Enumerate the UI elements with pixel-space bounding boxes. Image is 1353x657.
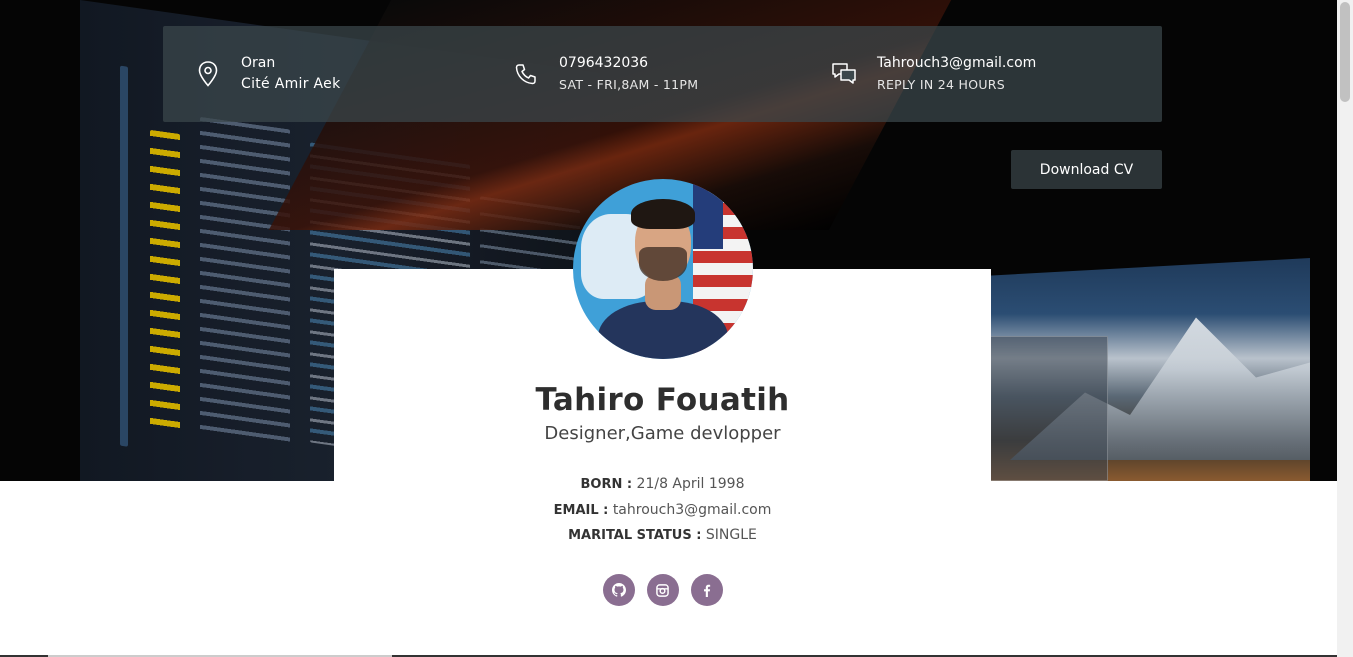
social-links bbox=[0, 574, 1325, 606]
phone-icon bbox=[513, 61, 539, 87]
location-pin-icon bbox=[195, 61, 221, 87]
business-hours: SAT - FRI,8AM - 11PM bbox=[559, 77, 699, 92]
background-mini-window bbox=[988, 336, 1108, 481]
github-icon[interactable] bbox=[602, 574, 635, 606]
reply-time: REPLY IN 24 HOURS bbox=[877, 77, 1006, 92]
chat-bubbles-icon bbox=[831, 61, 857, 87]
email-row: EMAIL : tahrouch3@gmail.com bbox=[334, 502, 991, 518]
contact-phone: 0796432036 SAT - FRI,8AM - 11PM bbox=[513, 26, 698, 122]
scrollbar-thumb[interactable] bbox=[1340, 2, 1350, 102]
facebook-icon[interactable] bbox=[690, 574, 723, 606]
contact-address: Oran Cité Amir Aek bbox=[195, 26, 340, 122]
marital-label: MARITAL STATUS : bbox=[568, 528, 702, 543]
email-label: EMAIL : bbox=[553, 503, 609, 518]
contact-email: Tahrouch3@gmail.com REPLY IN 24 HOURS bbox=[831, 26, 1036, 122]
born-label: BORN : bbox=[580, 477, 633, 492]
marital-row: MARITAL STATUS : SINGLE bbox=[334, 527, 991, 543]
address-city: Oran bbox=[241, 55, 276, 71]
phone-number[interactable]: 0796432036 bbox=[559, 53, 698, 74]
contact-info-bar: Oran Cité Amir Aek 0796432036 SAT - FRI,… bbox=[163, 26, 1162, 122]
page-scrollbar[interactable] bbox=[1337, 0, 1353, 657]
profile-name: Tahiro Fouatih bbox=[535, 382, 790, 418]
email-address[interactable]: Tahrouch3@gmail.com bbox=[877, 53, 1036, 74]
marital-value: SINGLE bbox=[705, 527, 757, 543]
avatar bbox=[573, 179, 753, 359]
born-value: 21/8 April 1998 bbox=[636, 476, 745, 492]
download-cv-button[interactable]: Download CV bbox=[1011, 150, 1162, 189]
profile-role: Designer,Game devlopper bbox=[544, 423, 781, 444]
instagram-icon[interactable] bbox=[646, 574, 679, 606]
born-row: BORN : 21/8 April 1998 bbox=[334, 476, 991, 492]
address-street: Cité Amir Aek bbox=[241, 76, 341, 92]
email-value: tahrouch3@gmail.com bbox=[612, 502, 772, 518]
